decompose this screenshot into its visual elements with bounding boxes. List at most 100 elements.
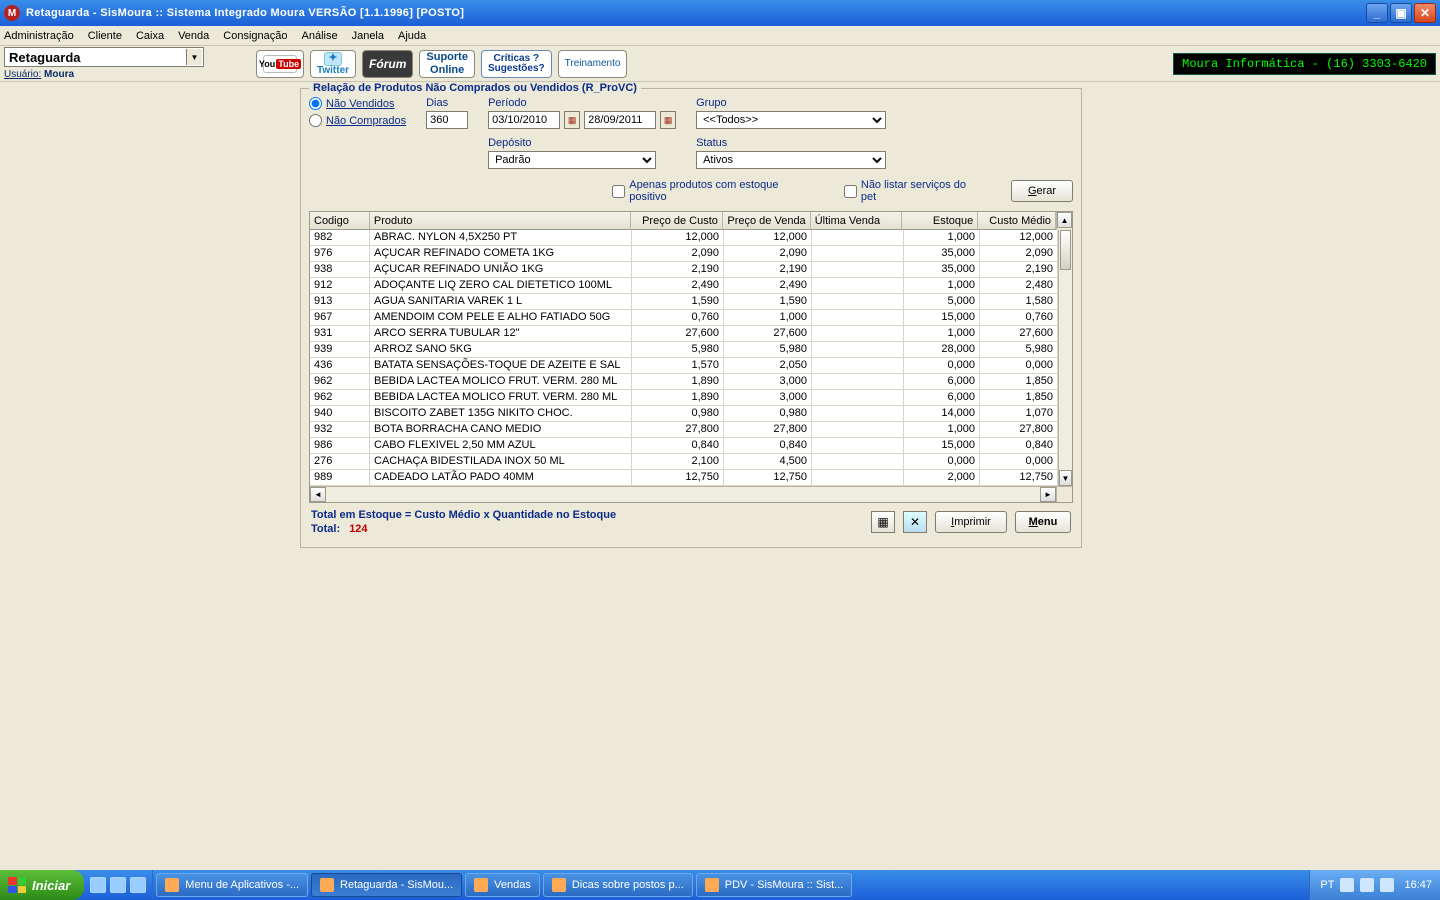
app-icon: M xyxy=(4,5,20,21)
clock[interactable]: 16:47 xyxy=(1404,879,1432,891)
taskbar-item[interactable]: PDV - SisMoura :: Sist... xyxy=(696,873,853,897)
scrollbar-thumb[interactable] xyxy=(1060,230,1071,270)
col-produto[interactable]: Produto xyxy=(370,212,631,230)
quick-launch-icon[interactable] xyxy=(110,877,126,893)
radio-nao-vendidos-label[interactable]: Não Vendidos xyxy=(326,98,395,110)
menu-janela[interactable]: Janela xyxy=(352,30,384,42)
menu-consignacao[interactable]: Consignação xyxy=(223,30,287,42)
total-label: Total: 124 xyxy=(311,523,616,535)
module-combobox[interactable]: Retaguarda ▼ xyxy=(4,47,204,67)
col-ultima-venda[interactable]: Última Venda xyxy=(811,212,903,230)
user-info: Usuário: Moura xyxy=(4,69,204,80)
col-estoque[interactable]: Estoque xyxy=(902,212,978,230)
start-button[interactable]: Iniciar xyxy=(0,870,84,900)
calendar-icon[interactable]: ▦ xyxy=(564,111,580,129)
tray-icon[interactable] xyxy=(1360,878,1374,892)
table-row[interactable]: 932BOTA BORRACHA CANO MEDIO27,80027,8001… xyxy=(310,422,1058,438)
twitter-button[interactable]: ✦ Twitter xyxy=(310,50,356,78)
table-row[interactable]: 986CABO FLEXIVEL 2,50 MM AZUL0,8400,8401… xyxy=(310,438,1058,454)
taskbar-item[interactable]: Dicas sobre postos p... xyxy=(543,873,693,897)
menu-cliente[interactable]: Cliente xyxy=(88,30,122,42)
checkbox-nao-listar-pet-label: Não listar serviços do pet xyxy=(861,179,981,203)
report-panel: Relação de Produtos Não Comprados ou Ven… xyxy=(300,88,1082,548)
taskbar-item[interactable]: Retaguarda - SisMou... xyxy=(311,873,462,897)
menubar: Administração Cliente Caixa Venda Consig… xyxy=(0,26,1440,46)
select-grupo[interactable]: <<Todos>> xyxy=(696,111,886,129)
forum-button[interactable]: Fórum xyxy=(362,50,413,78)
twitter-icon: ✦ xyxy=(324,52,342,66)
gerar-button[interactable]: Gerar xyxy=(1011,180,1073,202)
checkbox-estoque-positivo[interactable] xyxy=(612,185,625,198)
grid-icon-button[interactable]: ▦ xyxy=(871,511,895,533)
menu-button[interactable]: Menu xyxy=(1015,511,1071,533)
table-row[interactable]: 276CACHAÇA BIDESTILADA INOX 50 ML2,1004,… xyxy=(310,454,1058,470)
input-dias[interactable] xyxy=(426,111,468,129)
calendar-icon[interactable]: ▦ xyxy=(660,111,676,129)
input-data-fim[interactable] xyxy=(584,111,656,129)
scroll-right-button[interactable]: ► xyxy=(1040,487,1056,502)
criticas-sugestoes-button[interactable]: Críticas ?Sugestões? xyxy=(481,50,552,78)
window-maximize-button[interactable]: ▣ xyxy=(1390,3,1412,23)
input-data-inicio[interactable] xyxy=(488,111,560,129)
table-row[interactable]: 939ARROZ SANO 5KG5,9805,98028,0005,980 xyxy=(310,342,1058,358)
label-status: Status xyxy=(696,137,886,149)
scroll-down-button[interactable]: ▼ xyxy=(1059,470,1072,486)
language-indicator[interactable]: PT xyxy=(1320,879,1334,891)
suporte-online-button[interactable]: SuporteOnline xyxy=(419,50,475,78)
task-icon xyxy=(165,878,179,892)
treinamento-button[interactable]: Treinamento xyxy=(558,50,628,78)
tray-icon[interactable] xyxy=(1380,878,1394,892)
taskbar-item[interactable]: Menu de Aplicativos -... xyxy=(156,873,308,897)
col-preco-venda[interactable]: Preço de Venda xyxy=(723,212,811,230)
table-row[interactable]: 912ADOÇANTE LIQ ZERO CAL DIETETICO 100ML… xyxy=(310,278,1058,294)
table-row[interactable]: 989CADEADO LATÃO PADO 40MM12,75012,7502,… xyxy=(310,470,1058,486)
quick-launch-icon[interactable] xyxy=(130,877,146,893)
label-periodo: Período xyxy=(488,97,676,109)
youtube-button[interactable]: YouTube xyxy=(256,50,304,78)
footer-note: Total em Estoque = Custo Médio x Quantid… xyxy=(311,509,616,521)
module-combobox-value: Retaguarda xyxy=(9,50,81,65)
menu-ajuda[interactable]: Ajuda xyxy=(398,30,426,42)
col-preco-custo[interactable]: Preço de Custo xyxy=(631,212,723,230)
radio-nao-comprados-label[interactable]: Não Comprados xyxy=(326,115,406,127)
label-dias: Dias xyxy=(426,97,468,109)
quick-launch-icon[interactable] xyxy=(90,877,106,893)
menu-caixa[interactable]: Caixa xyxy=(136,30,164,42)
scroll-up-button[interactable]: ▲ xyxy=(1057,212,1072,228)
vertical-scrollbar[interactable] xyxy=(1059,230,1072,470)
table-row[interactable]: 982ABRAC. NYLON 4,5X250 PT12,00012,0001,… xyxy=(310,230,1058,246)
table-row[interactable]: 940BISCOITO ZABET 135G NIKITO CHOC.0,980… xyxy=(310,406,1058,422)
radio-nao-vendidos[interactable] xyxy=(309,97,322,110)
workarea: Relação de Produtos Não Comprados ou Ven… xyxy=(0,82,1440,870)
label-grupo: Grupo xyxy=(696,97,886,109)
excel-export-button[interactable]: ✕ xyxy=(903,511,927,533)
select-deposito[interactable]: Padrão xyxy=(488,151,656,169)
label-deposito: Depósito xyxy=(488,137,676,149)
taskbar-item[interactable]: Vendas xyxy=(465,873,540,897)
imprimir-button[interactable]: Imprimir xyxy=(935,511,1007,533)
window-close-button[interactable]: ✕ xyxy=(1414,3,1436,23)
scroll-corner xyxy=(1056,487,1072,502)
table-row[interactable]: 967AMENDOIM COM PELE E ALHO FATIADO 50G0… xyxy=(310,310,1058,326)
table-row[interactable]: 962BEBIDA LACTEA MOLICO FRUT. VERM. 280 … xyxy=(310,374,1058,390)
horizontal-scrollbar[interactable] xyxy=(326,487,1040,502)
menu-analise[interactable]: Análise xyxy=(302,30,338,42)
table-row[interactable]: 436BATATA SENSAÇÕES-TOQUE DE AZEITE E SA… xyxy=(310,358,1058,374)
table-row[interactable]: 962BEBIDA LACTEA MOLICO FRUT. VERM. 280 … xyxy=(310,390,1058,406)
tray-icon[interactable] xyxy=(1340,878,1354,892)
menu-venda[interactable]: Venda xyxy=(178,30,209,42)
table-row[interactable]: 913AGUA SANITARIA VAREK 1 L1,5901,5905,0… xyxy=(310,294,1058,310)
quick-launch xyxy=(84,870,153,900)
col-codigo[interactable]: Codigo xyxy=(310,212,370,230)
radio-nao-comprados[interactable] xyxy=(309,114,322,127)
scroll-left-button[interactable]: ◄ xyxy=(310,487,326,502)
table-row[interactable]: 938AÇUCAR REFINADO UNIÃO 1KG2,1902,19035… xyxy=(310,262,1058,278)
select-status[interactable]: Ativos xyxy=(696,151,886,169)
col-custo-medio[interactable]: Custo Médio xyxy=(978,212,1056,230)
checkbox-nao-listar-pet[interactable] xyxy=(844,185,857,198)
table-row[interactable]: 931ARCO SERRA TUBULAR 12"27,60027,6001,0… xyxy=(310,326,1058,342)
menu-administracao[interactable]: Administração xyxy=(4,30,74,42)
table-row[interactable]: 976AÇUCAR REFINADO COMETA 1KG2,0902,0903… xyxy=(310,246,1058,262)
checkbox-estoque-positivo-label: Apenas produtos com estoque positivo xyxy=(629,179,814,203)
window-minimize-button[interactable]: _ xyxy=(1366,3,1388,23)
